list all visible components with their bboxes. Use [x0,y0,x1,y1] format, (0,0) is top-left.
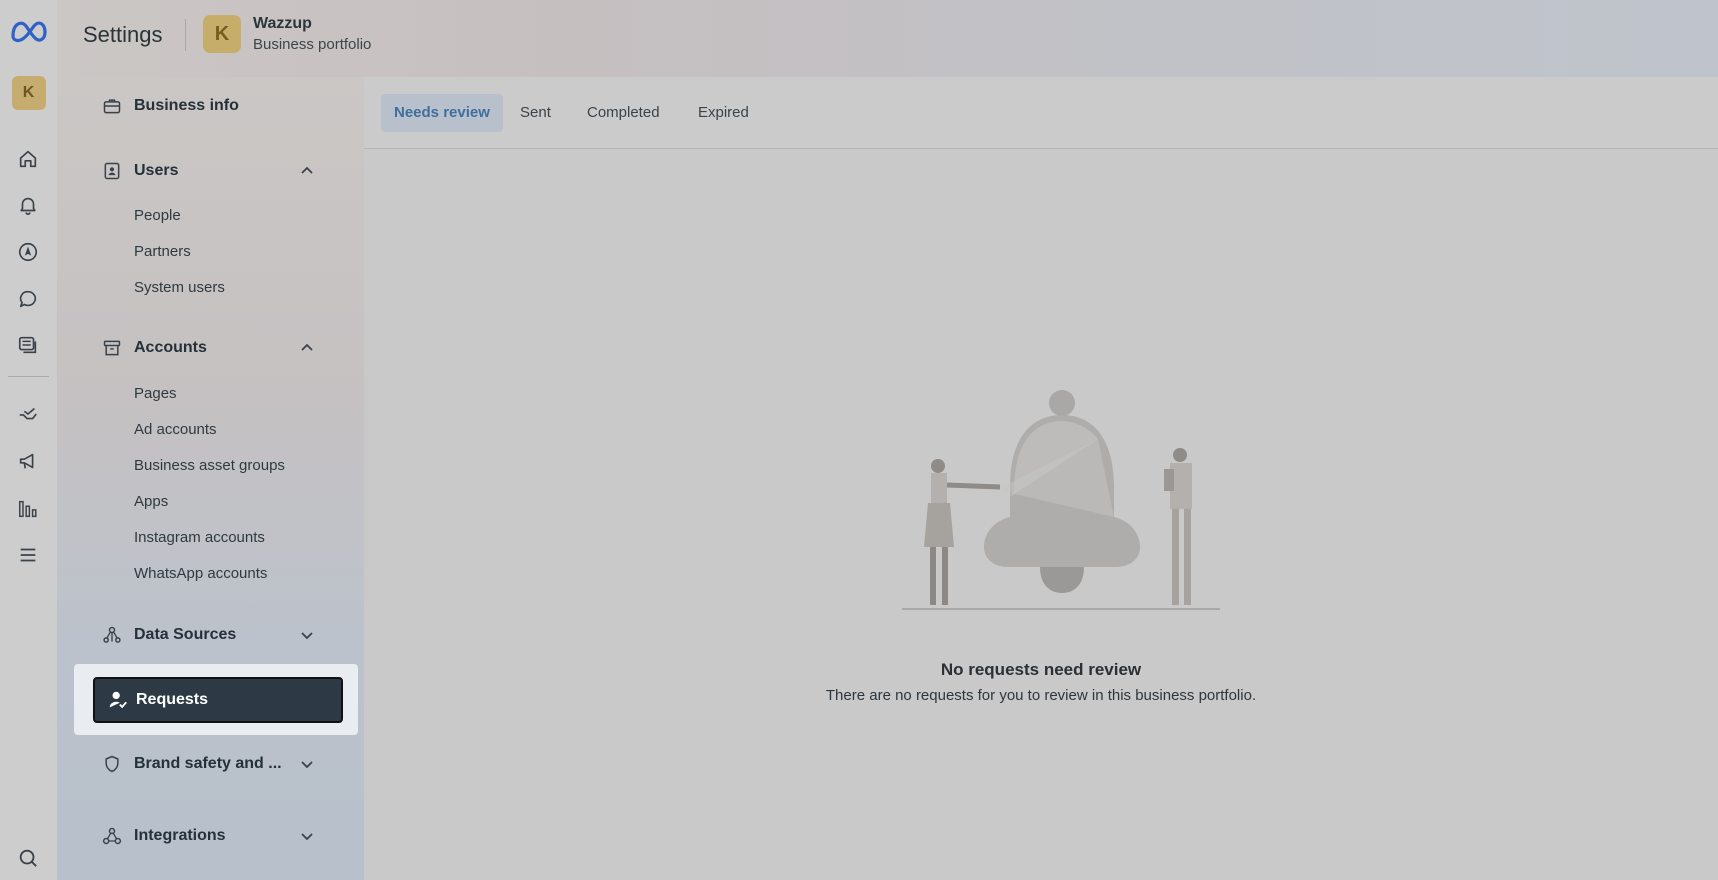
tab-completed[interactable]: Completed [574,94,673,132]
rail-divider [8,376,49,377]
empty-state-illustration [902,390,1220,610]
header-divider [185,19,186,51]
top-header: Settings K Wazzup Business portfolio [57,0,1718,77]
sidebar-item-label: Integrations [134,827,226,844]
main-content: Needs review Sent Completed Expired No r… [364,77,1718,880]
sidebar-item-requests[interactable]: Requests [93,677,343,723]
account-avatar-letter: K [22,84,35,101]
sidebar-item-brand-safety[interactable]: Brand safety and ... [57,744,364,784]
compass-icon[interactable] [16,240,40,264]
sidebar-item-label: Data Sources [134,626,237,643]
global-nav-rail: K [0,0,57,880]
tab-expired[interactable]: Expired [685,94,762,132]
chevron-down-icon[interactable] [298,755,316,773]
sidebar-item-data-sources[interactable]: Data Sources [57,615,364,655]
bell-icon[interactable] [16,193,40,217]
archive-icon [101,337,123,359]
business-avatar[interactable]: K [203,15,241,53]
hand-icon[interactable] [16,402,40,426]
sidebar-subitem-whatsapp-accounts[interactable]: WhatsApp accounts [134,565,267,582]
chat-icon[interactable] [16,287,40,311]
bar-chart-icon[interactable] [16,497,40,521]
content-icon[interactable] [16,333,40,357]
sidebar-item-label: Users [134,162,179,179]
sidebar-item-label: Business info [134,97,239,114]
sidebar-subitem-instagram-accounts[interactable]: Instagram accounts [134,529,265,546]
briefcase-icon [101,95,123,117]
sidebar-item-label: Requests [136,691,209,708]
sidebar-subitem-business-asset-groups[interactable]: Business asset groups [134,457,285,474]
sidebar-subitem-pages[interactable]: Pages [134,385,177,402]
sidebar-item-label: Accounts [134,339,207,356]
business-subtitle: Business portfolio [253,36,372,53]
sidebar-item-business-info[interactable]: Business info [57,86,364,126]
person-check-icon [107,689,129,711]
meta-logo-icon[interactable] [9,14,49,46]
sidebar-subitem-ad-accounts[interactable]: Ad accounts [134,421,217,438]
chevron-up-icon[interactable] [298,162,316,180]
empty-state-title: No requests need review [940,660,1142,679]
tab-needs-review[interactable]: Needs review [381,94,503,132]
sidebar-subitem-system-users[interactable]: System users [134,279,225,296]
business-avatar-letter: K [214,22,230,45]
megaphone-icon[interactable] [16,449,40,473]
chevron-up-icon[interactable] [298,339,316,357]
page-title: Settings [83,22,163,47]
integrations-icon [101,825,123,847]
menu-icon[interactable] [16,543,40,567]
sidebar-subitem-apps[interactable]: Apps [134,493,168,510]
sidebar-item-label: Brand safety and ... [134,755,282,772]
tab-sent[interactable]: Sent [507,94,564,132]
empty-state-description: There are no requests for you to review … [825,687,1257,704]
sidebar-item-accounts[interactable]: Accounts [57,328,364,368]
chevron-down-icon[interactable] [298,626,316,644]
business-name[interactable]: Wazzup [253,15,312,33]
chevron-down-icon[interactable] [298,827,316,845]
sidebar-subitem-partners[interactable]: Partners [134,243,191,260]
data-sources-icon [101,624,123,646]
requests-highlight: Requests [74,664,358,735]
settings-sidebar: Business info Users People Partners Syst… [57,77,364,880]
sidebar-item-integrations[interactable]: Integrations [57,816,364,856]
account-avatar[interactable]: K [11,76,46,110]
shield-icon [101,753,123,775]
home-icon[interactable] [16,147,40,171]
sidebar-item-users[interactable]: Users [57,151,364,191]
sidebar-subitem-people[interactable]: People [134,207,181,224]
search-icon[interactable] [16,846,40,870]
user-badge-icon [101,160,123,182]
request-tabs: Needs review Sent Completed Expired [364,77,1718,149]
